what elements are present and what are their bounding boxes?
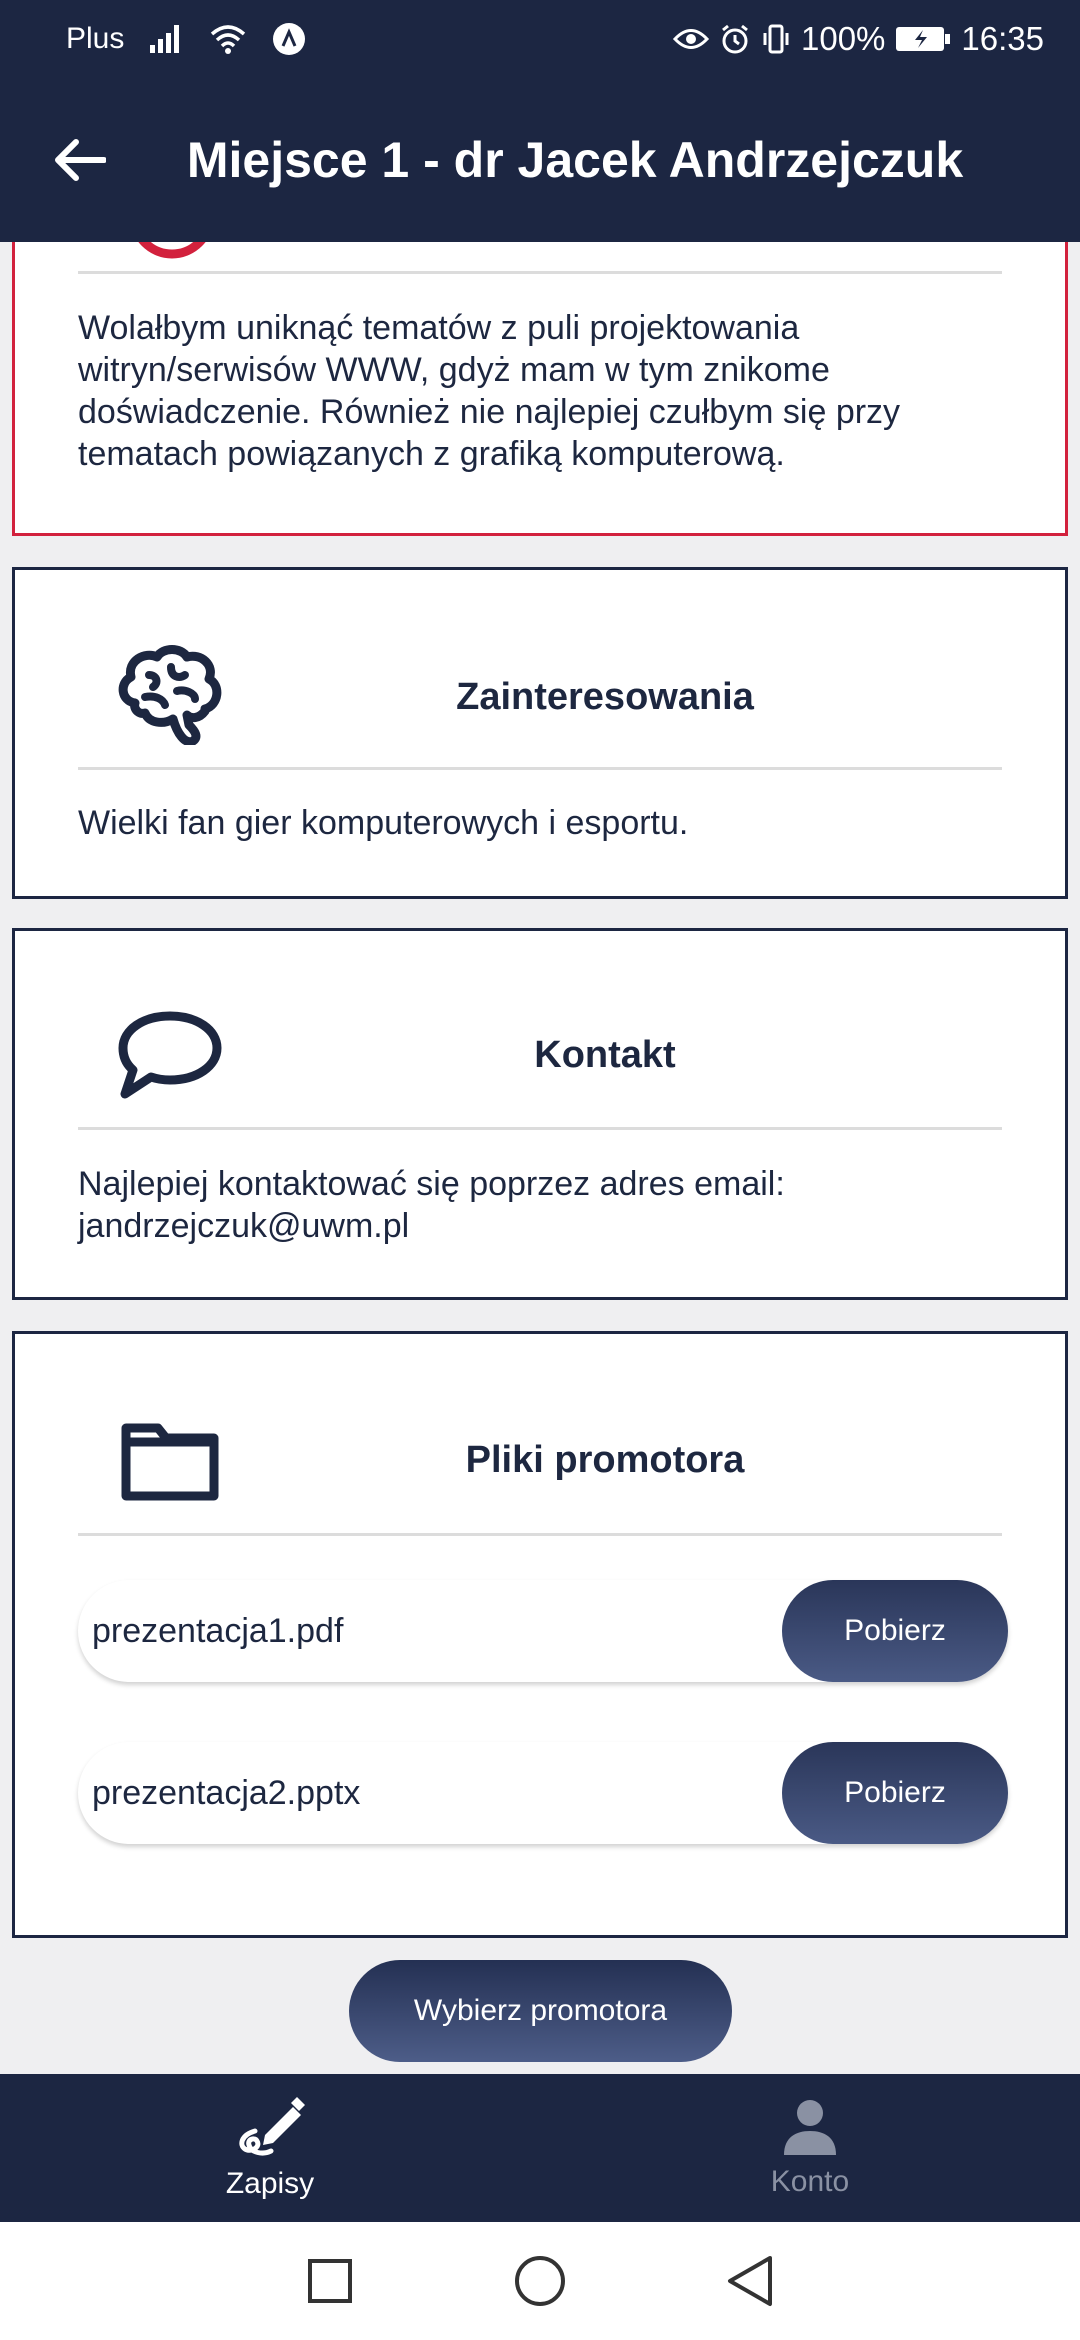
interests-title: Zainteresowania bbox=[456, 676, 754, 718]
preferences-card: Wolałbym uniknąć tematów z puli projekto… bbox=[12, 242, 1068, 536]
carrier-label: Plus bbox=[66, 22, 125, 55]
pen-icon bbox=[239, 2097, 305, 2156]
status-bar: Plus 100% 16:35 bbox=[0, 0, 1080, 78]
file-row: prezentacja2.pptx Pobierz bbox=[78, 1742, 1008, 1844]
nav-item-konto[interactable]: Konto bbox=[540, 2074, 1080, 2222]
person-icon bbox=[784, 2100, 836, 2155]
file-name: prezentacja2.pptx bbox=[92, 1773, 361, 1812]
home-button[interactable] bbox=[510, 2251, 570, 2311]
files-card: Pliki promotora prezentacja1.pdf Pobierz… bbox=[12, 1331, 1068, 1938]
back-system-button[interactable] bbox=[720, 2251, 780, 2311]
card-divider bbox=[78, 1127, 1002, 1130]
nav-label: Konto bbox=[770, 2165, 850, 2198]
alarm-icon bbox=[719, 23, 751, 55]
choose-supervisor-button[interactable]: Wybierz promotora bbox=[349, 1960, 732, 2062]
recents-button[interactable] bbox=[300, 2251, 360, 2311]
file-name: prezentacja1.pdf bbox=[92, 1611, 344, 1650]
download-button[interactable]: Pobierz bbox=[782, 1580, 1008, 1682]
app-bar: Miejsce 1 - dr Jacek Andrzejczuk bbox=[0, 78, 1080, 242]
interests-text: Wielki fan gier komputerowych i esportu. bbox=[78, 804, 689, 842]
battery-icon bbox=[895, 25, 951, 53]
contact-title: Kontakt bbox=[534, 1034, 676, 1076]
contact-email[interactable]: jandrzejczuk@uwm.pl bbox=[78, 1205, 1002, 1247]
battery-percent: 100% bbox=[801, 20, 886, 57]
files-title: Pliki promotora bbox=[465, 1439, 745, 1481]
square-icon bbox=[308, 2259, 352, 2303]
interests-card: Zainteresowania Wielki fan gier komputer… bbox=[12, 567, 1068, 899]
circle-icon bbox=[515, 2256, 565, 2306]
triangle-back-icon bbox=[728, 2256, 772, 2306]
bottom-navigation: Zapisy Konto bbox=[0, 2074, 1080, 2222]
card-divider bbox=[78, 271, 1002, 274]
page-title: Miejsce 1 - dr Jacek Andrzejczuk bbox=[186, 132, 964, 188]
nav-item-zapisy[interactable]: Zapisy bbox=[0, 2074, 540, 2222]
contact-text-line1: Najlepiej kontaktować się poprzez adres … bbox=[78, 1165, 785, 1203]
wifi-icon bbox=[210, 24, 246, 54]
system-navigation-bar bbox=[0, 2222, 1080, 2340]
eye-icon bbox=[673, 26, 709, 52]
nfc-icon bbox=[272, 22, 306, 56]
signal-icon bbox=[150, 25, 184, 53]
preferences-text: Wolałbym uniknąć tematów z puli projekto… bbox=[78, 309, 901, 473]
card-divider bbox=[78, 1533, 1002, 1536]
preferences-icon bbox=[127, 242, 217, 261]
file-row: prezentacja1.pdf Pobierz bbox=[78, 1580, 1008, 1682]
download-button[interactable]: Pobierz bbox=[782, 1742, 1008, 1844]
clock: 16:35 bbox=[961, 20, 1044, 57]
vibrate-icon bbox=[761, 23, 791, 55]
scroll-content[interactable]: Wolałbym uniknąć tematów z puli projekto… bbox=[0, 242, 1080, 2074]
contact-card: Kontakt Najlepiej kontaktować się poprze… bbox=[12, 928, 1068, 1300]
nav-label: Zapisy bbox=[225, 2167, 315, 2200]
card-divider bbox=[78, 767, 1002, 770]
